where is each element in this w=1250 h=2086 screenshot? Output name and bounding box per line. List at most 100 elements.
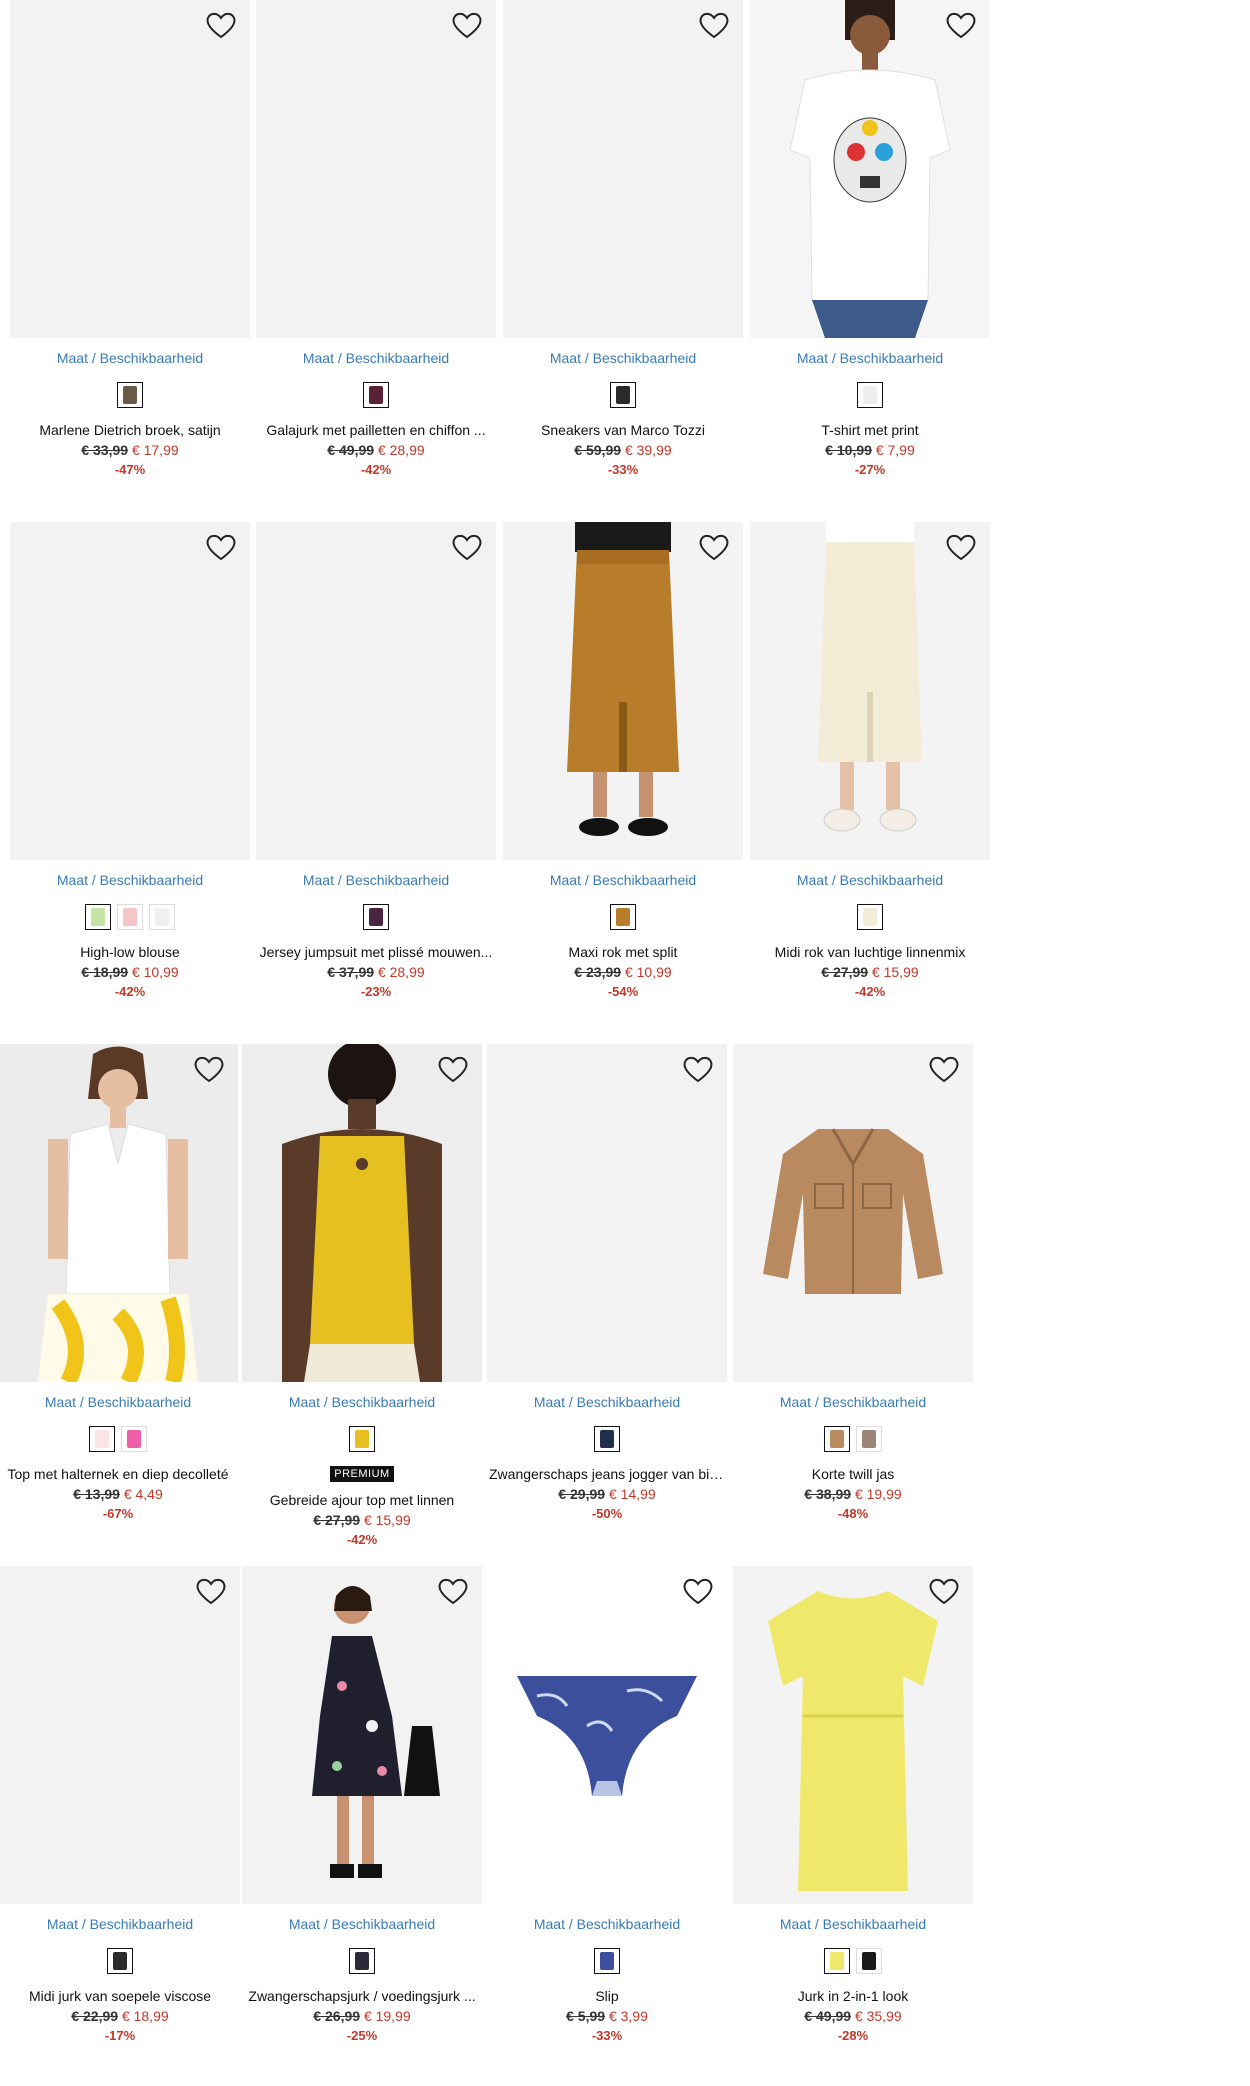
wishlist-heart-icon[interactable] <box>944 10 978 40</box>
product-image[interactable] <box>10 522 250 860</box>
product-image[interactable] <box>733 1566 973 1904</box>
product-image[interactable] <box>750 0 990 338</box>
product-card[interactable]: Maat / Beschikbaarheid Sneakers van Marc… <box>503 0 743 520</box>
product-image[interactable] <box>487 1044 727 1382</box>
wishlist-heart-icon[interactable] <box>436 1576 470 1606</box>
product-image[interactable] <box>503 0 743 338</box>
color-swatch[interactable] <box>349 1426 375 1452</box>
product-card[interactable]: Maat / Beschikbaarheid Zwangerschapsjurk… <box>242 1566 482 2086</box>
size-availability-link[interactable]: Maat / Beschikbaarheid <box>242 1394 482 1410</box>
wishlist-heart-icon[interactable] <box>697 532 731 562</box>
product-card[interactable]: Maat / Beschikbaarheid Marlene Dietrich … <box>10 0 250 520</box>
size-availability-link[interactable]: Maat / Beschikbaarheid <box>242 1916 482 1932</box>
size-availability-link[interactable]: Maat / Beschikbaarheid <box>10 350 250 366</box>
size-availability-link[interactable]: Maat / Beschikbaarheid <box>256 350 496 366</box>
size-availability-link[interactable]: Maat / Beschikbaarheid <box>487 1394 727 1410</box>
product-image[interactable] <box>0 1566 240 1904</box>
wishlist-heart-icon[interactable] <box>944 532 978 562</box>
wishlist-heart-icon[interactable] <box>697 10 731 40</box>
color-swatch[interactable] <box>594 1948 620 1974</box>
product-name[interactable]: T-shirt met print <box>750 420 990 440</box>
product-name[interactable]: Zwangerschaps jeans jogger van bio... <box>487 1464 727 1484</box>
size-availability-link[interactable]: Maat / Beschikbaarheid <box>750 872 990 888</box>
wishlist-heart-icon[interactable] <box>681 1576 715 1606</box>
color-swatch[interactable] <box>856 1948 882 1974</box>
size-availability-link[interactable]: Maat / Beschikbaarheid <box>733 1916 973 1932</box>
product-card[interactable]: Maat / Beschikbaarheid Jurk in 2-in-1 lo… <box>733 1566 973 2086</box>
color-swatch[interactable] <box>610 382 636 408</box>
product-card[interactable]: Maat / Beschikbaarheid T-shirt met print… <box>750 0 990 520</box>
color-swatch[interactable] <box>857 904 883 930</box>
product-name[interactable]: High-low blouse <box>10 942 250 962</box>
wishlist-heart-icon[interactable] <box>927 1054 961 1084</box>
product-image[interactable] <box>256 522 496 860</box>
wishlist-heart-icon[interactable] <box>681 1054 715 1084</box>
product-name[interactable]: Marlene Dietrich broek, satijn <box>10 420 250 440</box>
wishlist-heart-icon[interactable] <box>192 1054 226 1084</box>
product-image[interactable] <box>242 1044 482 1382</box>
product-card[interactable]: Maat / Beschikbaarheid Top met halternek… <box>0 1044 238 1564</box>
color-swatch[interactable] <box>121 1426 147 1452</box>
color-swatch[interactable] <box>107 1948 133 1974</box>
product-card[interactable]: Maat / Beschikbaarheid Galajurk met pail… <box>256 0 496 520</box>
product-image[interactable] <box>503 522 743 860</box>
wishlist-heart-icon[interactable] <box>436 1054 470 1084</box>
color-swatch[interactable] <box>824 1948 850 1974</box>
size-availability-link[interactable]: Maat / Beschikbaarheid <box>503 350 743 366</box>
color-swatch[interactable] <box>610 904 636 930</box>
color-swatch[interactable] <box>363 904 389 930</box>
wishlist-heart-icon[interactable] <box>450 532 484 562</box>
product-card[interactable]: Maat / Beschikbaarheid Jersey jumpsuit m… <box>256 522 496 1042</box>
product-card[interactable]: Maat / Beschikbaarheid Midi jurk van soe… <box>0 1566 240 2086</box>
product-image[interactable] <box>242 1566 482 1904</box>
color-swatch[interactable] <box>824 1426 850 1452</box>
product-card[interactable]: Maat / Beschikbaarheid Zwangerschaps jea… <box>487 1044 727 1564</box>
product-name[interactable]: Midi jurk van soepele viscose <box>0 1986 240 2006</box>
product-image[interactable] <box>0 1044 238 1382</box>
color-swatch[interactable] <box>85 904 111 930</box>
color-swatch[interactable] <box>594 1426 620 1452</box>
product-name[interactable]: Maxi rok met split <box>503 942 743 962</box>
wishlist-heart-icon[interactable] <box>204 10 238 40</box>
color-swatch[interactable] <box>89 1426 115 1452</box>
product-image[interactable] <box>256 0 496 338</box>
size-availability-link[interactable]: Maat / Beschikbaarheid <box>503 872 743 888</box>
product-name[interactable]: Slip <box>487 1986 727 2006</box>
product-name[interactable]: Jersey jumpsuit met plissé mouwen... <box>256 942 496 962</box>
product-card[interactable]: Maat / Beschikbaarheid High-low blouse €… <box>10 522 250 1042</box>
product-card[interactable]: Maat / Beschikbaarheid Korte twill jas €… <box>733 1044 973 1564</box>
product-image[interactable] <box>10 0 250 338</box>
product-image[interactable] <box>750 522 990 860</box>
product-name[interactable]: Top met halternek en diep decolleté <box>0 1464 238 1484</box>
color-swatch[interactable] <box>117 382 143 408</box>
color-swatch[interactable] <box>117 904 143 930</box>
color-swatch[interactable] <box>857 382 883 408</box>
wishlist-heart-icon[interactable] <box>450 10 484 40</box>
product-name[interactable]: Gebreide ajour top met linnen <box>242 1490 482 1510</box>
color-swatch[interactable] <box>363 382 389 408</box>
size-availability-link[interactable]: Maat / Beschikbaarheid <box>750 350 990 366</box>
color-swatch[interactable] <box>856 1426 882 1452</box>
size-availability-link[interactable]: Maat / Beschikbaarheid <box>10 872 250 888</box>
product-card[interactable]: Maat / Beschikbaarheid Slip € 5,99 € 3,9… <box>487 1566 727 2086</box>
product-name[interactable]: Jurk in 2-in-1 look <box>733 1986 973 2006</box>
product-name[interactable]: Sneakers van Marco Tozzi <box>503 420 743 440</box>
product-image[interactable] <box>487 1566 727 1904</box>
product-name[interactable]: Galajurk met pailletten en chiffon ... <box>256 420 496 440</box>
product-card[interactable]: Maat / Beschikbaarheid Maxi rok met spli… <box>503 522 743 1042</box>
wishlist-heart-icon[interactable] <box>194 1576 228 1606</box>
size-availability-link[interactable]: Maat / Beschikbaarheid <box>0 1916 240 1932</box>
size-availability-link[interactable]: Maat / Beschikbaarheid <box>733 1394 973 1410</box>
size-availability-link[interactable]: Maat / Beschikbaarheid <box>487 1916 727 1932</box>
product-card[interactable]: Maat / Beschikbaarheid Midi rok van luch… <box>750 522 990 1042</box>
color-swatch[interactable] <box>149 904 175 930</box>
product-name[interactable]: Zwangerschapsjurk / voedingsjurk ... <box>242 1986 482 2006</box>
product-name[interactable]: Korte twill jas <box>733 1464 973 1484</box>
size-availability-link[interactable]: Maat / Beschikbaarheid <box>256 872 496 888</box>
product-card[interactable]: Maat / Beschikbaarheid PREMIUM Gebreide … <box>242 1044 482 1564</box>
product-image[interactable] <box>733 1044 973 1382</box>
product-name[interactable]: Midi rok van luchtige linnenmix <box>750 942 990 962</box>
wishlist-heart-icon[interactable] <box>204 532 238 562</box>
size-availability-link[interactable]: Maat / Beschikbaarheid <box>0 1394 238 1410</box>
wishlist-heart-icon[interactable] <box>927 1576 961 1606</box>
